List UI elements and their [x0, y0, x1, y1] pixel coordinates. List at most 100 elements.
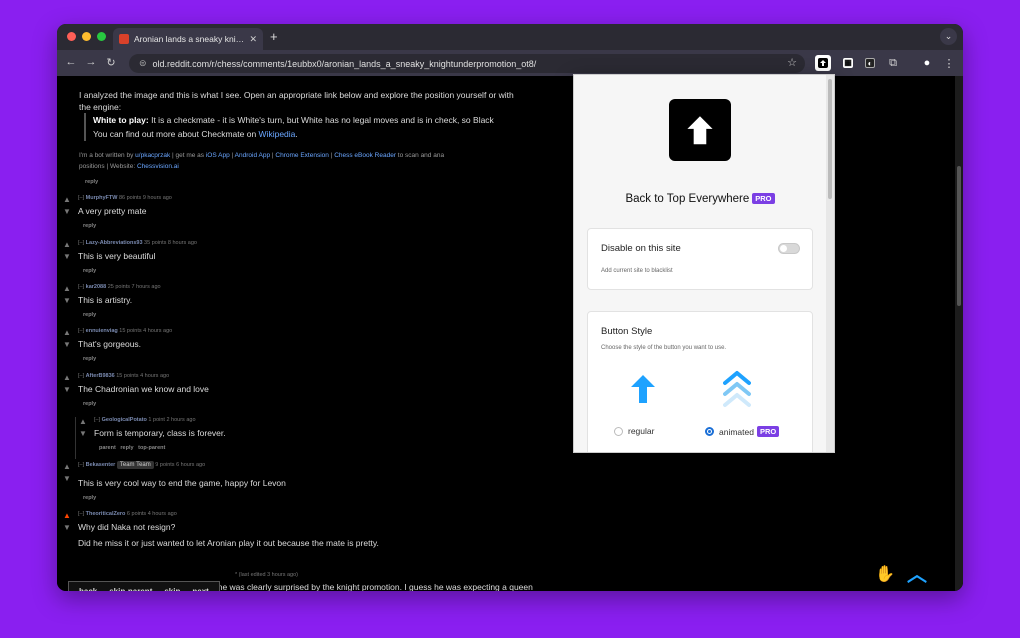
downvote-icon[interactable]: ▼ — [63, 385, 73, 394]
window-controls — [67, 32, 106, 41]
extension-icon-2[interactable]: ▦ — [840, 55, 856, 71]
back-to-top-chevron-icon[interactable]: ︿ — [907, 558, 927, 587]
reply-links[interactable]: parent reply top-parent — [99, 445, 165, 451]
upvote-icon[interactable]: ▲ — [63, 511, 73, 520]
new-tab-icon[interactable]: + — [270, 29, 278, 44]
regular-arrow-icon[interactable] — [630, 374, 656, 404]
comment-author[interactable]: kar2088 — [86, 284, 107, 290]
upvote-icon[interactable]: ▲ — [63, 462, 73, 471]
disable-site-toggle[interactable] — [778, 243, 800, 254]
regular-radio[interactable] — [614, 427, 623, 436]
author-link[interactable]: u/pkacprzak — [135, 152, 170, 159]
downvote-icon[interactable]: ▼ — [63, 296, 73, 305]
downvote-icon[interactable]: ▼ — [63, 474, 73, 483]
comment-meta: [–] kar2088 25 points 7 hours ago — [78, 284, 161, 290]
wikipedia-link[interactable]: Wikipedia — [259, 129, 296, 139]
arrow-up-icon — [687, 116, 713, 145]
upvote-icon[interactable]: ▲ — [63, 328, 73, 337]
comment-meta: [–] Lazy-Abbreviations93 35 points 8 hou… — [78, 240, 197, 246]
comment-points: 9 points 6 hours ago — [155, 462, 206, 468]
close-window-button[interactable] — [67, 32, 76, 41]
comment-body: That's gorgeous. — [78, 339, 142, 349]
nav-next-button[interactable]: next — [186, 587, 214, 592]
comment-body: This is artistry. — [78, 295, 133, 305]
downvote-icon[interactable]: ▼ — [63, 523, 73, 532]
address-bar[interactable]: ⊜ old.reddit.com/r/chess/comments/1eubbx… — [129, 54, 805, 73]
downvote-icon[interactable]: ▼ — [63, 340, 73, 349]
arrow-up-icon — [818, 58, 828, 68]
reply-link[interactable]: reply — [83, 401, 96, 407]
upvote-icon[interactable]: ▲ — [63, 284, 73, 293]
animated-radio[interactable] — [705, 427, 714, 436]
reply-link[interactable]: reply — [83, 268, 96, 274]
popup-title-text: Back to Top Everywhere — [625, 193, 750, 205]
comment-meta: [–] TheoriticalZero 6 points 4 hours ago — [78, 511, 177, 517]
comment-points: 6 points 4 hours ago — [126, 511, 177, 517]
nav-back-button[interactable]: back — [73, 587, 103, 592]
comment-author[interactable]: ennuienviag — [86, 328, 118, 334]
nav-skip-button[interactable]: skip — [158, 587, 186, 592]
browser-tab[interactable]: Aronian lands a sneaky knigh ✕ — [113, 28, 263, 50]
comment-author[interactable]: GeologicalPotato — [102, 417, 147, 423]
comment-author[interactable]: Bekasenter — [86, 462, 116, 468]
comment-author[interactable]: TheoriticalZero — [86, 511, 126, 517]
ebook-reader-link[interactable]: Chess eBook Reader — [334, 152, 396, 159]
tab-title: Aronian lands a sneaky knigh — [134, 34, 245, 44]
profile-icon[interactable]: ● — [919, 55, 935, 71]
back-to-top-extension-icon[interactable] — [815, 55, 831, 71]
comment-author[interactable]: AfterB9836 — [86, 373, 115, 379]
downvote-icon[interactable]: ▼ — [63, 207, 73, 216]
back-arrow-icon[interactable]: ← — [63, 56, 79, 68]
last-comment-meta: * (last edited 3 hours ago) — [235, 572, 298, 578]
reply-link[interactable]: reply — [83, 312, 96, 318]
bot-comment-intro-2: the engine: — [79, 102, 122, 112]
ios-app-link[interactable]: iOS App — [206, 152, 230, 159]
comment-meta: [–] MurphyFTW 86 points 9 hours ago — [78, 195, 172, 201]
bot-reply-link[interactable]: reply — [85, 179, 98, 185]
popup-scroll-thumb[interactable] — [828, 79, 832, 199]
android-app-link[interactable]: Android App — [235, 152, 270, 159]
forward-arrow-icon[interactable]: → — [83, 56, 99, 68]
comment-author[interactable]: Lazy-Abbreviations93 — [86, 240, 143, 246]
toggle-knob — [780, 245, 787, 252]
comment-body: Why did Naka not resign? — [78, 522, 176, 532]
reply-link[interactable]: reply — [83, 495, 96, 501]
upvote-icon[interactable]: ▲ — [63, 195, 73, 204]
downvote-icon[interactable]: ▼ — [79, 429, 89, 438]
url-text: old.reddit.com/r/chess/comments/1eubbx0/… — [152, 58, 537, 69]
pointer-icon: ✋ — [875, 566, 895, 583]
extension-popup: Back to Top Everywhere PRO Disable on thi… — [573, 74, 835, 453]
upvote-icon[interactable]: ▲ — [63, 240, 73, 249]
chrome-extension-link[interactable]: Chrome Extension — [275, 152, 328, 159]
extension-icon-3[interactable]: ◐ — [862, 55, 878, 71]
extensions-puzzle-icon[interactable]: ⧉ — [885, 55, 901, 71]
browser-menu-icon[interactable]: ⋮ — [941, 55, 957, 71]
site-info-icon[interactable]: ⊜ — [139, 58, 147, 69]
reload-icon[interactable]: ↻ — [103, 56, 119, 69]
maximize-window-button[interactable] — [97, 32, 106, 41]
bot-links-line2: positions | Website: — [79, 163, 137, 170]
upvote-icon[interactable]: ▲ — [79, 417, 89, 426]
nav-skip-parent-button[interactable]: skip-parent — [103, 587, 158, 592]
animated-chevrons-icon[interactable] — [723, 370, 751, 410]
button-style-title: Button Style — [601, 326, 653, 337]
reply-link[interactable]: reply — [83, 223, 96, 229]
pro-badge: PRO — [756, 426, 780, 437]
popup-scrollbar[interactable] — [826, 75, 834, 452]
reply-link[interactable]: reply — [83, 356, 96, 362]
page-scrollbar[interactable] — [955, 76, 963, 591]
upvote-icon[interactable]: ▲ — [63, 373, 73, 382]
page-scroll-thumb[interactable] — [957, 166, 961, 306]
minimize-window-button[interactable] — [82, 32, 91, 41]
chessvision-link[interactable]: Chessvision.ai — [137, 163, 179, 170]
disable-site-title: Disable on this site — [601, 243, 681, 254]
bot-links-pre: I'm a bot written by — [79, 152, 136, 159]
disable-site-card: Disable on this site Add current site to… — [587, 228, 813, 290]
tab-close-icon[interactable]: ✕ — [249, 34, 257, 45]
tab-search-icon[interactable]: ⌄ — [940, 28, 957, 45]
comment-body-line2: Did he miss it or just wanted to let Aro… — [78, 538, 379, 548]
browser-toolbar: ← → ↻ ⊜ old.reddit.com/r/chess/comments/… — [57, 50, 963, 76]
bookmark-star-icon[interactable]: ☆ — [787, 56, 797, 69]
comment-author[interactable]: MurphyFTW — [86, 195, 118, 201]
downvote-icon[interactable]: ▼ — [63, 252, 73, 261]
